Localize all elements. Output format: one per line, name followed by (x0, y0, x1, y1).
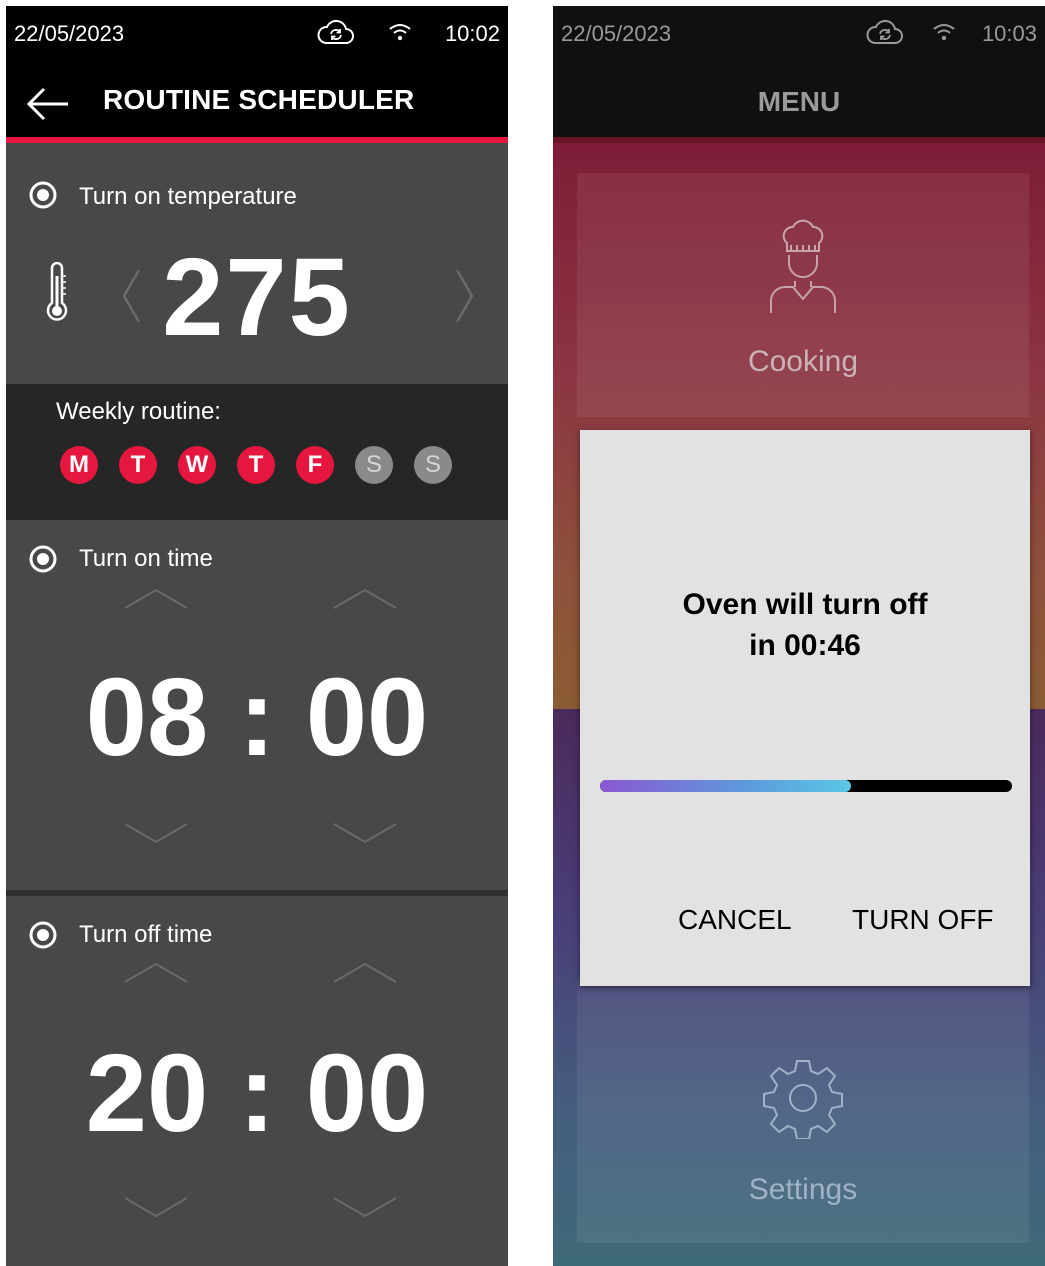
turn-on-time-label: Turn on time (79, 545, 213, 572)
dialog-message: Oven will turn off in 00:46 (580, 584, 1030, 666)
routine-scheduler-screen: 22/05/2023 10:02 ROUTINE SCHEDULER Turn … (6, 6, 508, 1266)
wifi-icon (389, 24, 411, 41)
minute-up-chevron-icon[interactable] (332, 960, 398, 984)
hour-down-chevron-icon[interactable] (123, 1196, 189, 1220)
header: 22/05/2023 10:03 MENU (553, 6, 1045, 143)
temperature-increase-chevron-icon[interactable] (454, 268, 476, 324)
header-accent-line (553, 137, 1045, 143)
settings-label: Settings (748, 1173, 858, 1206)
temperature-label: Turn on temperature (79, 183, 297, 210)
turn-off-dialog: Oven will turn off in 00:46 CANCEL TURN … (580, 430, 1030, 986)
countdown-progress-fill (600, 780, 852, 792)
status-time: 10:02 (444, 21, 500, 46)
cloud-sync-icon (317, 19, 354, 44)
dialog-message-line1: Oven will turn off (682, 588, 928, 621)
cancel-button[interactable]: CANCEL (678, 904, 792, 936)
day-toggle[interactable]: T (237, 446, 275, 484)
cloud-sync-icon (866, 19, 903, 44)
day-toggle[interactable]: F (296, 446, 334, 484)
dialog-message-line2: in 00:46 (749, 629, 861, 662)
cooking-label: Cooking (747, 345, 859, 378)
menu-screen: 22/05/2023 10:03 MENU Cooking Settings O… (553, 6, 1045, 1266)
status-bar: 22/05/2023 10:02 (6, 6, 508, 62)
temperature-radio[interactable] (29, 181, 57, 209)
day-toggle[interactable]: T (119, 446, 157, 484)
weekly-routine-panel: Weekly routine: M T W T F S S (6, 384, 508, 520)
minute-down-chevron-icon[interactable] (332, 1196, 398, 1220)
day-toggle[interactable]: M (60, 446, 98, 484)
weekly-routine-label: Weekly routine: (56, 398, 221, 425)
turn-on-time-value: 08 : 00 (85, 656, 429, 779)
turn-off-time-value: 20 : 00 (85, 1032, 429, 1155)
status-date: 22/05/2023 (14, 21, 125, 46)
wifi-icon (933, 24, 955, 41)
cooking-tile[interactable]: Cooking (577, 173, 1029, 417)
back-arrow-icon[interactable] (26, 86, 70, 122)
page-title: ROUTINE SCHEDULER (103, 84, 415, 115)
status-date: 22/05/2023 (561, 21, 672, 46)
countdown-progress-bar (600, 780, 1012, 792)
hour-down-chevron-icon[interactable] (123, 822, 189, 846)
turn-on-time-radio[interactable] (29, 545, 57, 573)
status-bar: 22/05/2023 10:03 (553, 6, 1045, 62)
day-toggle[interactable]: S (414, 446, 452, 484)
header: 22/05/2023 10:02 ROUTINE SCHEDULER (6, 6, 508, 143)
status-time: 10:03 (981, 21, 1037, 46)
hour-up-chevron-icon[interactable] (123, 586, 189, 610)
turn-off-time-radio[interactable] (29, 921, 57, 949)
gear-icon (763, 1060, 843, 1139)
chef-icon (770, 219, 836, 313)
temperature-value: 275 (162, 236, 352, 359)
settings-tile[interactable]: Settings (577, 979, 1029, 1243)
day-toggle[interactable]: W (178, 446, 216, 484)
turn-off-time-panel: Turn off time 20 : 00 (6, 896, 508, 1266)
turn-off-button[interactable]: TURN OFF (852, 904, 994, 936)
day-toggle[interactable]: S (355, 446, 393, 484)
turn-on-time-panel: Turn on time 08 : 00 (6, 520, 508, 890)
minute-up-chevron-icon[interactable] (332, 586, 398, 610)
minute-down-chevron-icon[interactable] (332, 822, 398, 846)
turn-off-time-label: Turn off time (79, 921, 213, 948)
hour-up-chevron-icon[interactable] (123, 960, 189, 984)
page-title: MENU (757, 86, 841, 117)
